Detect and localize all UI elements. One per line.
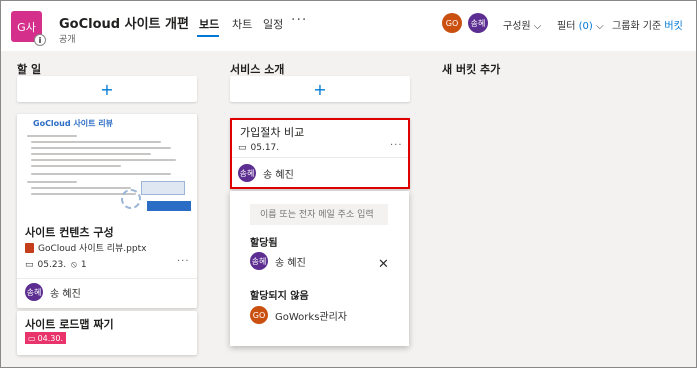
- card-assignee[interactable]: 송혜 송 혜진: [25, 283, 81, 301]
- info-icon[interactable]: i: [34, 34, 46, 46]
- group-by-button[interactable]: 그룹화 기준 버킷: [612, 17, 683, 32]
- highlight-box: [230, 118, 410, 189]
- avatar: 송혜: [250, 252, 268, 270]
- preview-text-line: [31, 187, 131, 189]
- member-avatar-initials: GO: [445, 18, 459, 28]
- bucket-title-todo[interactable]: 할 일: [17, 61, 41, 77]
- preview-diagram-circle: [121, 189, 141, 209]
- assigned-person[interactable]: 송혜 송 혜진: [250, 252, 306, 270]
- tab-board[interactable]: 보드: [199, 16, 219, 32]
- attach-count: 1: [80, 260, 87, 270]
- card-title[interactable]: 사이트 로드맵 짜기: [25, 316, 114, 332]
- assigned-section-label: 할당됨: [250, 238, 278, 249]
- preview-text-line: [31, 193, 136, 195]
- due-date-badge: ▭ 04.30.: [25, 332, 67, 344]
- unassigned-person-name: GoWorks관리자: [275, 311, 347, 323]
- group-by-value: 버킷: [664, 21, 683, 32]
- card-divider: [17, 278, 197, 279]
- calendar-icon: ▭: [28, 333, 36, 343]
- card-due-date: ▭ 05.23.: [25, 260, 66, 270]
- calendar-icon: ▭: [25, 260, 34, 270]
- card-preview-image: GoCloud 사이트 리뷰: [23, 117, 191, 217]
- unassigned-person[interactable]: GO GoWorks관리자: [250, 306, 347, 324]
- filter-count: (0): [578, 21, 593, 32]
- member-avatar[interactable]: 송혜: [468, 13, 488, 33]
- task-card-site-contents[interactable]: GoCloud 사이트 리뷰 사이트 컨텐츠 구성 GoCloud 사이트 리뷰…: [17, 114, 197, 308]
- filter-label: 필터: [557, 21, 576, 32]
- avatar: GO: [250, 306, 268, 324]
- members-button[interactable]: 구성원 ⌵: [503, 17, 541, 32]
- card-more-button[interactable]: ···: [177, 256, 190, 267]
- plan-visibility: 공개: [59, 35, 76, 45]
- add-bucket-button[interactable]: 새 버킷 추가: [442, 61, 500, 77]
- due-date: 04.30.: [37, 333, 64, 343]
- tab-charts[interactable]: 차트: [232, 16, 252, 32]
- members-label: 구성원: [503, 21, 531, 32]
- tab-schedule[interactable]: 일정: [263, 16, 283, 32]
- powerpoint-icon: [25, 242, 34, 253]
- plan-header: G사 i GoCloud 사이트 개편 공개 보드 차트 일정 ··· GO 송…: [1, 1, 696, 51]
- plan-icon[interactable]: G사 i: [11, 11, 46, 46]
- plus-icon: +: [100, 79, 114, 99]
- group-by-label: 그룹화 기준: [612, 21, 662, 32]
- plan-title[interactable]: GoCloud 사이트 개편: [59, 13, 189, 32]
- assigned-person-name: 송 혜진: [275, 257, 306, 269]
- assignee-search-input[interactable]: [250, 204, 388, 225]
- paperclip-icon: ⦸: [71, 260, 77, 270]
- card-attach-count: ⦸ 1: [71, 260, 87, 270]
- member-avatar[interactable]: GO: [442, 13, 462, 33]
- preview-diagram-box: [141, 181, 185, 195]
- remove-assignee-close-icon[interactable]: ✕: [378, 257, 389, 272]
- plan-initials: G사: [17, 20, 36, 34]
- preview-text-line: [31, 147, 171, 149]
- preview-text-line: [31, 165, 121, 167]
- preview-text-line: [31, 153, 151, 155]
- card-title[interactable]: 사이트 컨텐츠 구성: [25, 224, 114, 240]
- preview-text-line: [27, 135, 77, 137]
- add-task-button[interactable]: +: [230, 76, 410, 102]
- unassigned-section-label: 할당되지 않음: [250, 291, 309, 302]
- attachment-name: GoCloud 사이트 리뷰.pptx: [38, 244, 147, 254]
- preview-text-line: [31, 141, 161, 143]
- chevron-down-icon: ⌵: [595, 21, 604, 32]
- preview-text-line: [31, 173, 171, 175]
- preview-text-line: [27, 181, 77, 183]
- preview-diagram-box: [147, 201, 191, 211]
- card-attachment[interactable]: GoCloud 사이트 리뷰.pptx: [25, 241, 146, 254]
- tab-board-underline: [197, 35, 219, 37]
- preview-text-line: [31, 159, 176, 161]
- due-date: 05.23.: [37, 260, 67, 270]
- more-tabs-button[interactable]: ···: [291, 12, 307, 28]
- preview-title: GoCloud 사이트 리뷰: [33, 119, 113, 128]
- filter-button[interactable]: 필터 (0) ⌵: [557, 17, 604, 32]
- member-avatar-initials: 송혜: [470, 18, 486, 28]
- chevron-down-icon: ⌵: [533, 21, 542, 32]
- avatar: 송혜: [25, 283, 43, 301]
- assignee-name: 송 혜진: [50, 288, 81, 300]
- plus-icon: +: [313, 79, 327, 99]
- add-task-button[interactable]: +: [17, 76, 197, 102]
- bucket-title-service[interactable]: 서비스 소개: [230, 61, 284, 77]
